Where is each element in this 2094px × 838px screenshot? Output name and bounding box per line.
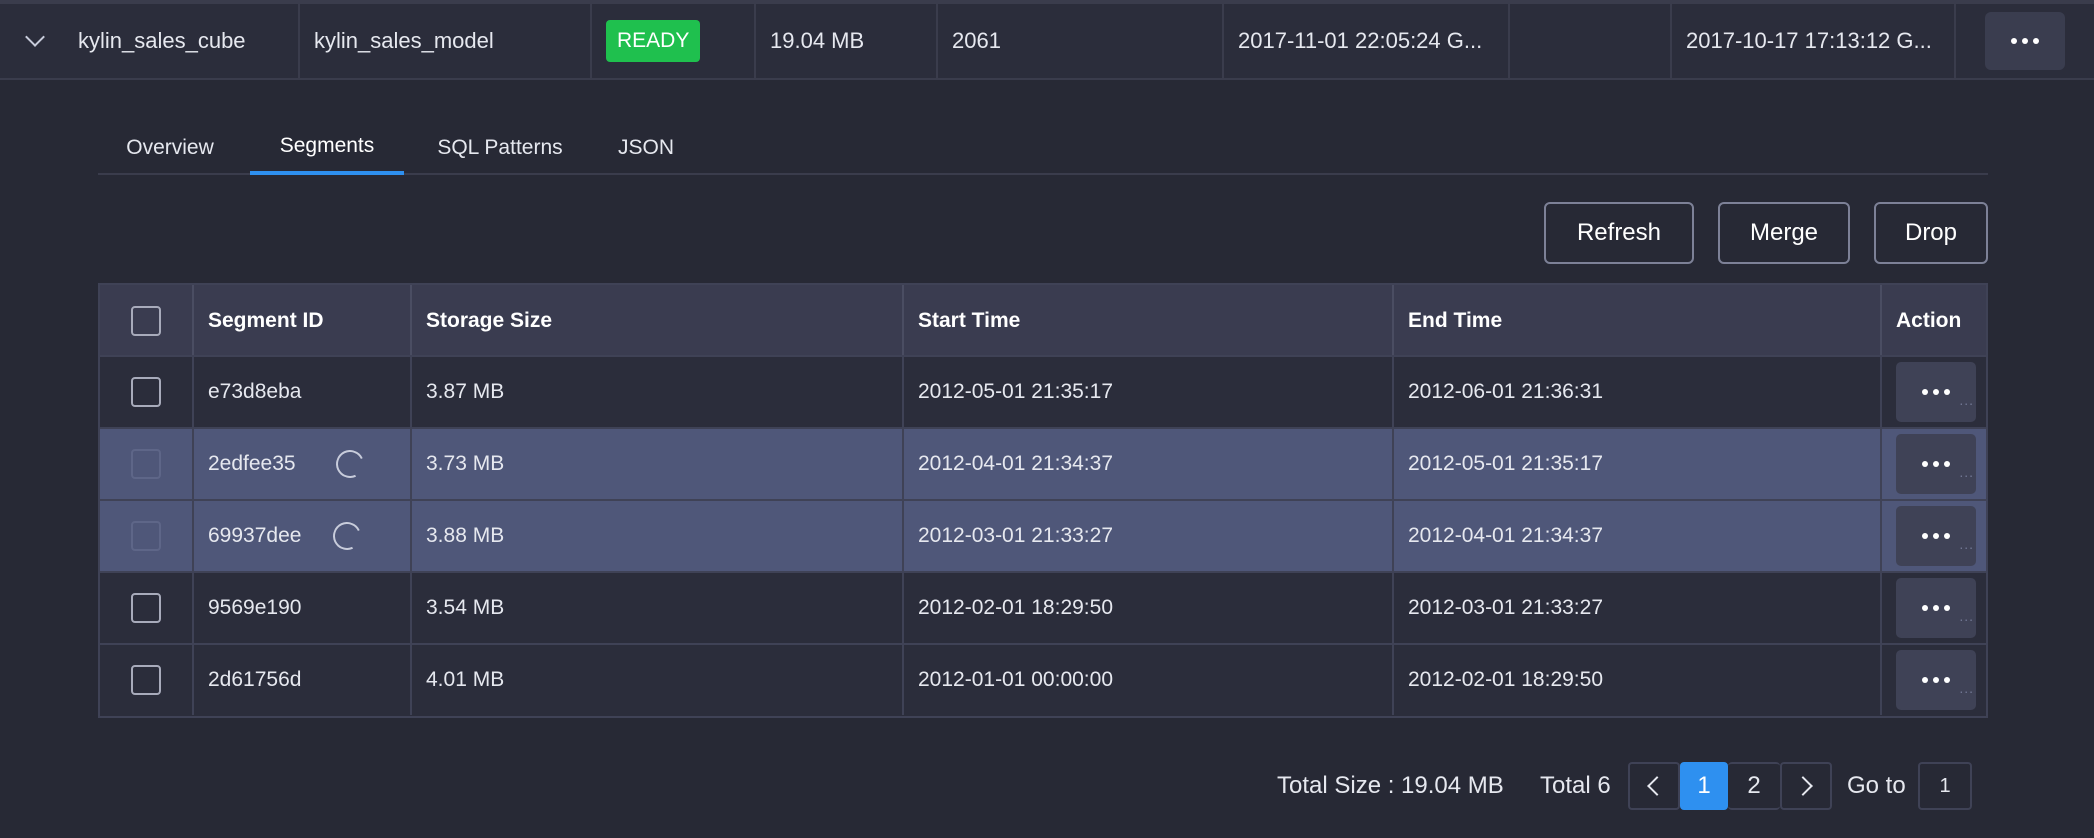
refresh-button[interactable]: Refresh xyxy=(1544,202,1694,264)
start-time: 2012-01-01 00:00:00 xyxy=(902,645,1392,715)
segment-id: e73d8eba xyxy=(192,357,410,427)
tab-json[interactable]: JSON xyxy=(598,120,694,175)
drop-button[interactable]: Drop xyxy=(1874,202,1988,264)
page-1-button[interactable]: 1 xyxy=(1680,762,1728,810)
more-icon xyxy=(1922,533,1950,539)
start-time: 2012-03-01 21:33:27 xyxy=(902,501,1392,571)
start-time: 2012-02-01 18:29:50 xyxy=(902,573,1392,643)
loading-spinner-icon xyxy=(329,518,366,554)
tab-sql-patterns[interactable]: SQL Patterns xyxy=(418,120,582,175)
goto-page-input[interactable]: 1 xyxy=(1918,762,1972,810)
overflow-text: ... xyxy=(1959,464,1974,480)
end-time: 2012-04-01 21:34:37 xyxy=(1392,501,1880,571)
chevron-down-icon xyxy=(25,27,45,47)
storage-size: 3.73 MB xyxy=(410,429,902,499)
cube-last-build-time: 2017-11-01 22:05:24 G... xyxy=(1222,4,1508,78)
table-row[interactable]: 69937dee 3.88 MB 2012-03-01 21:33:27 201… xyxy=(100,499,1986,571)
tab-overview[interactable]: Overview xyxy=(98,120,242,175)
next-page-button[interactable] xyxy=(1780,762,1832,810)
segment-id: 9569e190 xyxy=(192,573,410,643)
cube-source-records: 2061 xyxy=(936,4,1222,78)
goto-label: Go to xyxy=(1847,772,1906,799)
cube-summary-row[interactable]: kylin_sales_cube kylin_sales_model READY… xyxy=(0,0,2094,80)
cube-action-cell xyxy=(1954,4,2094,78)
row-action-button[interactable]: ... xyxy=(1896,578,1976,638)
merge-button[interactable]: Merge xyxy=(1718,202,1850,264)
segment-id: 2d61756d xyxy=(192,645,410,715)
tab-segments[interactable]: Segments xyxy=(250,120,404,175)
col-segment-id[interactable]: Segment ID xyxy=(192,285,410,357)
start-time: 2012-04-01 21:34:37 xyxy=(902,429,1392,499)
col-start-time[interactable]: Start Time xyxy=(902,285,1392,357)
cube-name: kylin_sales_cube xyxy=(78,28,246,53)
end-time: 2012-03-01 21:33:27 xyxy=(1392,573,1880,643)
row-checkbox[interactable] xyxy=(131,449,161,479)
loading-spinner-icon xyxy=(331,446,368,482)
table-row[interactable]: e73d8eba 3.87 MB 2012-05-01 21:35:17 201… xyxy=(100,355,1986,427)
prev-page-button[interactable] xyxy=(1628,762,1680,810)
more-icon xyxy=(1922,389,1950,395)
more-icon xyxy=(1922,677,1950,683)
table-row[interactable]: 2d61756d 4.01 MB 2012-01-01 00:00:00 201… xyxy=(100,643,1986,715)
row-checkbox[interactable] xyxy=(131,521,161,551)
cube-detail-panel: Overview Segments SQL Patterns JSON Refr… xyxy=(6,80,2094,838)
overflow-text: ... xyxy=(1959,536,1974,552)
cube-size: 19.04 MB xyxy=(754,4,936,78)
segment-id: 69937dee xyxy=(208,524,302,547)
segments-table: Segment ID Storage Size Start Time End T… xyxy=(98,283,1988,718)
collapse-toggle[interactable] xyxy=(0,4,70,78)
chevron-left-icon xyxy=(1647,776,1667,796)
storage-size: 4.01 MB xyxy=(410,645,902,715)
more-icon xyxy=(2011,38,2039,44)
row-action-button[interactable]: ... xyxy=(1896,650,1976,710)
detail-tabs: Overview Segments SQL Patterns JSON xyxy=(98,120,1988,175)
col-storage-size[interactable]: Storage Size xyxy=(410,285,902,357)
end-time: 2012-06-01 21:36:31 xyxy=(1392,357,1880,427)
overflow-text: ... xyxy=(1959,392,1974,408)
segment-id: 2edfee35 xyxy=(208,452,296,475)
storage-size: 3.88 MB xyxy=(410,501,902,571)
more-icon xyxy=(1922,461,1950,467)
select-all-cell xyxy=(100,285,192,357)
table-header: Segment ID Storage Size Start Time End T… xyxy=(100,285,1986,357)
row-checkbox[interactable] xyxy=(131,377,161,407)
col-action: Action xyxy=(1880,285,1986,357)
storage-size: 3.54 MB xyxy=(410,573,902,643)
table-row[interactable]: 9569e190 3.54 MB 2012-02-01 18:29:50 201… xyxy=(100,571,1986,643)
cube-create-time: 2017-10-17 17:13:12 G... xyxy=(1670,4,1954,78)
chevron-right-icon xyxy=(1793,776,1813,796)
col-end-time[interactable]: End Time xyxy=(1392,285,1880,357)
row-action-button[interactable]: ... xyxy=(1896,362,1976,422)
more-icon xyxy=(1922,605,1950,611)
end-time: 2012-05-01 21:35:17 xyxy=(1392,429,1880,499)
cube-action-button[interactable] xyxy=(1985,12,2065,70)
row-checkbox[interactable] xyxy=(131,665,161,695)
cube-model: kylin_sales_model xyxy=(298,4,590,78)
cube-status-cell: READY xyxy=(590,4,754,78)
total-count-label: Total 6 xyxy=(1540,772,1611,799)
row-action-button[interactable]: ... xyxy=(1896,506,1976,566)
overflow-text: ... xyxy=(1959,608,1974,624)
table-row[interactable]: 2edfee35 3.73 MB 2012-04-01 21:34:37 201… xyxy=(100,427,1986,499)
overflow-text: ... xyxy=(1959,680,1974,696)
start-time: 2012-05-01 21:35:17 xyxy=(902,357,1392,427)
row-checkbox[interactable] xyxy=(131,593,161,623)
row-action-button[interactable]: ... xyxy=(1896,434,1976,494)
cube-empty-cell xyxy=(1508,4,1670,78)
total-size-label: Total Size : 19.04 MB xyxy=(1277,772,1504,799)
end-time: 2012-02-01 18:29:50 xyxy=(1392,645,1880,715)
storage-size: 3.87 MB xyxy=(410,357,902,427)
select-all-checkbox[interactable] xyxy=(131,306,161,336)
page-2-button[interactable]: 2 xyxy=(1728,762,1780,810)
status-badge: READY xyxy=(606,20,701,62)
